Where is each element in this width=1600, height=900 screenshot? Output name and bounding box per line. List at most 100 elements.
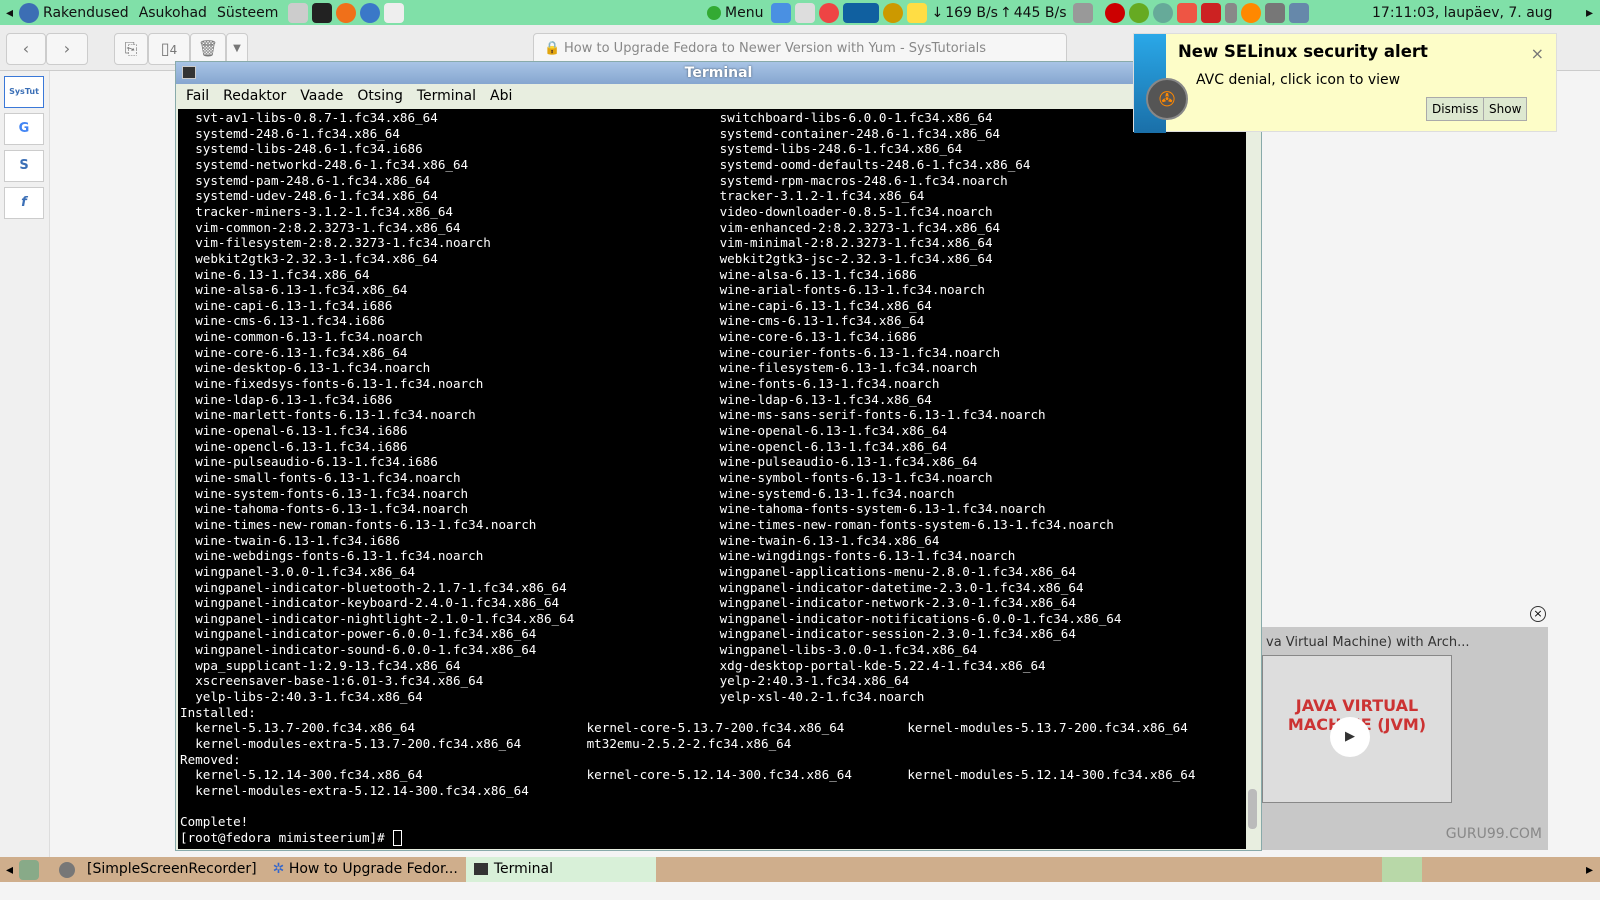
sidebar-item-google[interactable]: G — [4, 113, 44, 145]
package-entry: wine-capi-6.13-1.fc34.i686 — [195, 297, 393, 313]
bluetooth-icon[interactable] — [1152, 2, 1173, 23]
package-entry: wine-core-6.13-1.fc34.x86_64 — [195, 344, 408, 360]
notification-title: New SELinux security alert — [1178, 42, 1428, 61]
taskbar-right-arrow-icon[interactable]: ▸ — [1586, 862, 1593, 878]
package-entry: systemd-pam-248.6-1.fc34.x86_64 — [195, 172, 431, 188]
package-entry: wingpanel-indicator-network-2.3.0-1.fc34… — [719, 595, 1076, 611]
screenrecorder-icon — [59, 861, 76, 878]
sidebar-item-systut[interactable]: SysTut — [4, 76, 44, 108]
browser-sidebar: SysTut G S f — [0, 71, 50, 857]
system-monitor-icon[interactable] — [843, 2, 880, 23]
battery-icon[interactable] — [1288, 2, 1309, 23]
package-entry: wine-cms-6.13-1.fc34.i686 — [195, 313, 385, 329]
package-entry: wine-pulseaudio-6.13-1.fc34.x86_64 — [719, 454, 978, 470]
dismiss-button[interactable]: Dismiss — [1426, 97, 1485, 121]
package-entry: wine-fonts-6.13-1.fc34.noarch — [719, 376, 940, 392]
package-entry: wine-arial-fonts-6.13-1.fc34.noarch — [719, 282, 985, 298]
selinux-icon[interactable] — [1240, 2, 1261, 23]
new-tab-button[interactable]: ⎘ — [114, 33, 148, 65]
task-browser[interactable]: ✲ How to Upgrade Fedor... — [265, 857, 466, 882]
file-manager-icon[interactable] — [288, 2, 309, 23]
package-entry: systemd-oomd-defaults-248.6-1.fc34.x86_6… — [719, 156, 1031, 172]
forward-button[interactable]: › — [46, 33, 88, 65]
installed-package: kernel-modules-extra-5.13.7-200.fc34.x86… — [195, 736, 522, 751]
package-entry: wingpanel-indicator-power-6.0.0-1.fc34.x… — [195, 626, 537, 642]
task-simplescreenrecorder[interactable]: [SimpleScreenRecorder] — [79, 857, 265, 882]
terminal-launcher-icon[interactable] — [312, 2, 333, 23]
package-entry: wingpanel-libs-3.0.0-1.fc34.x86_64 — [719, 642, 978, 658]
network-icon[interactable] — [1264, 2, 1285, 23]
panel-left-arrow-icon[interactable]: ◂ — [6, 5, 13, 21]
show-desktop-icon[interactable] — [19, 859, 40, 880]
package-entry: wine-ms-sans-serif-fonts-6.13-1.fc34.noa… — [719, 407, 1046, 423]
text-editor-icon[interactable] — [384, 2, 405, 23]
menu-system[interactable]: Süsteem — [217, 5, 278, 21]
scrollbar-thumb[interactable] — [1248, 789, 1257, 829]
sidebar-item-s[interactable]: S — [4, 150, 44, 182]
notes-icon[interactable] — [907, 2, 928, 23]
package-entry: wine-common-6.13-1.fc34.noarch — [195, 329, 423, 345]
video-close-icon[interactable]: × — [1530, 606, 1546, 622]
package-entry: svt-av1-libs-0.8.7-1.fc34.x86_64 — [195, 110, 438, 125]
package-entry: vim-enhanced-2:8.2.3273-1.fc34.x86_64 — [719, 219, 1001, 235]
taskbar-left-arrow-icon[interactable]: ◂ — [6, 862, 13, 878]
record-icon[interactable] — [1104, 2, 1125, 23]
package-entry: wine-filesystem-6.13-1.fc34.noarch — [719, 360, 978, 376]
panel-right-arrow-icon[interactable]: ▸ — [1586, 5, 1593, 21]
volume-icon[interactable] — [1072, 2, 1093, 23]
terminal-scrollbar[interactable] — [1246, 109, 1259, 849]
package-entry: yelp-xsl-40.2-1.fc34.noarch — [719, 689, 925, 705]
package-entry: wine-opencl-6.13-1.fc34.x86_64 — [719, 438, 948, 454]
menu-search[interactable]: Otsing — [357, 88, 402, 104]
terminal-window-icon[interactable] — [182, 66, 196, 79]
clock[interactable]: 17:11:03, laupäev, 7. aug — [1372, 5, 1553, 21]
package-entry: vim-filesystem-2:8.2.3273-1.fc34.noarch — [195, 235, 491, 251]
package-entry: wingpanel-indicator-sound-6.0.0-1.fc34.x… — [195, 642, 537, 658]
menu-icon[interactable] — [707, 5, 721, 20]
installed-package: kernel-5.13.7-200.fc34.x86_64 — [195, 720, 416, 736]
back-button[interactable]: ‹ — [6, 33, 46, 65]
taskbar: ◂ [SimpleScreenRecorder] ✲ How to Upgrad… — [0, 857, 1600, 882]
terminal-titlebar[interactable]: Terminal — [176, 62, 1261, 84]
package-entry: wine-capi-6.13-1.fc34.x86_64 — [719, 297, 932, 313]
package-entry: wingpanel-indicator-bluetooth-2.1.7-1.fc… — [195, 579, 567, 595]
package-entry: wine-symbol-fonts-6.13-1.fc34.noarch — [719, 469, 993, 485]
package-entry: wingpanel-indicator-session-2.3.0-1.fc34… — [719, 626, 1076, 642]
package-entry: wine-desktop-6.13-1.fc34.noarch — [195, 360, 431, 376]
menu-button[interactable]: Menu — [725, 5, 763, 21]
package-entry: tracker-3.1.2-1.fc34.x86_64 — [719, 188, 925, 204]
package-icon[interactable] — [1176, 2, 1197, 23]
selinux-notification: ✇ New SELinux security alert AVC denial,… — [1133, 33, 1557, 133]
menu-edit[interactable]: Redaktor — [223, 88, 286, 104]
terminal-output[interactable]: svt-av1-libs-0.8.7-1.fc34.x86_64 switchbo… — [178, 109, 1247, 849]
show-button[interactable]: Show — [1483, 97, 1528, 121]
workspace-switcher[interactable] — [1382, 857, 1422, 882]
sidebar-item-fedora[interactable]: f — [4, 187, 44, 219]
menu-help[interactable]: Abi — [490, 88, 512, 104]
fedora-logo-icon[interactable] — [19, 2, 40, 23]
search-icon[interactable] — [883, 2, 904, 23]
selinux-alert-icon[interactable]: ✇ — [1146, 78, 1188, 120]
terminal-task-icon — [473, 863, 488, 875]
play-icon[interactable]: ▶ — [1330, 717, 1370, 757]
menu-places[interactable]: Asukohad — [139, 5, 207, 21]
im-icon[interactable] — [1224, 2, 1237, 23]
package-entry: wingpanel-indicator-nightlight-2.1.0-1.f… — [195, 610, 575, 626]
firefox-icon[interactable] — [336, 2, 357, 23]
thunderbird-icon[interactable] — [360, 2, 381, 23]
tasks-icon[interactable] — [771, 2, 792, 23]
mail-clock-icon[interactable] — [795, 2, 816, 23]
package-entry: vim-common-2:8.2.3273-1.fc34.x86_64 — [195, 219, 461, 235]
menu-view[interactable]: Vaade — [300, 88, 343, 104]
task-label: Terminal — [493, 861, 553, 877]
menu-terminal[interactable]: Terminal — [417, 88, 476, 104]
task-terminal[interactable]: Terminal — [465, 857, 656, 882]
close-icon[interactable]: × — [1531, 44, 1544, 63]
watermark: GURU99.COM — [1445, 826, 1542, 842]
calendar-icon[interactable] — [1200, 2, 1221, 23]
update-check-icon[interactable] — [1128, 2, 1149, 23]
weather-icon[interactable] — [819, 2, 840, 23]
video-popup[interactable]: va Virtual Machine) with Arch... JAVA VI… — [1262, 627, 1548, 850]
menu-applications[interactable]: Rakendused — [43, 5, 129, 21]
menu-file[interactable]: Fail — [186, 88, 209, 104]
